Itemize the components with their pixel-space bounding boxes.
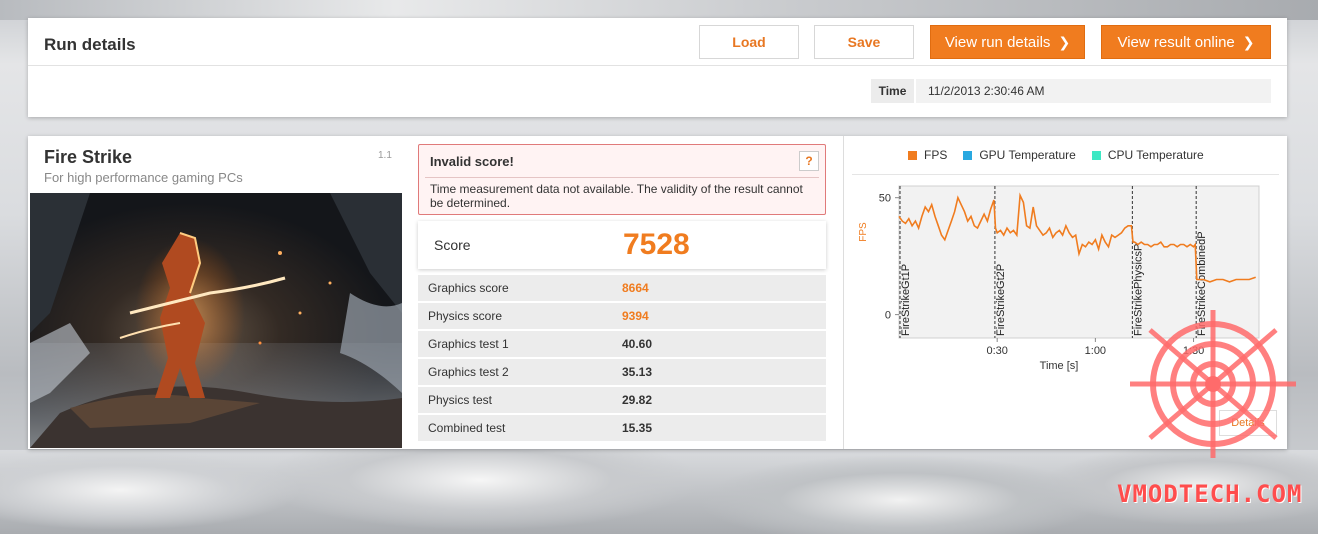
legend-divider xyxy=(852,174,1279,175)
results-table: Graphics score 8664 Physics score 9394 Graph… xyxy=(418,275,826,443)
warning-message: Time measurement data not available. The… xyxy=(430,182,803,210)
legend-item[interactable]: FPS xyxy=(908,148,947,162)
view-result-online-button[interactable]: View result online ❯ xyxy=(1101,25,1271,59)
warning-divider xyxy=(425,177,819,178)
time-label: Time xyxy=(871,79,914,103)
legend-label: FPS xyxy=(924,148,948,162)
score-value: 7528 xyxy=(623,228,690,261)
y-tick-label: 0 xyxy=(885,310,891,322)
view-run-details-button[interactable]: View run details ❯ xyxy=(930,25,1085,59)
result-row: Physics score 9394 xyxy=(418,303,826,329)
warning-title: Invalid score! xyxy=(430,154,514,169)
time-row: Time 11/2/2013 2:30:46 AM xyxy=(871,79,1271,103)
header-toolbar: Run details Load Save View run details ❯… xyxy=(28,18,1287,66)
time-value: 11/2/2013 2:30:46 AM xyxy=(916,79,1271,103)
result-value: 15.35 xyxy=(622,421,653,435)
test-version: 1.1 xyxy=(378,150,392,161)
fire-strike-artwork xyxy=(30,193,402,448)
load-button[interactable]: Load xyxy=(699,25,799,59)
vmodtech-logo xyxy=(1130,310,1296,458)
legend-swatch xyxy=(908,150,917,160)
result-value: 8664 xyxy=(622,281,649,295)
run-details-header: Run details Load Save View run details ❯… xyxy=(28,18,1287,117)
save-button[interactable]: Save xyxy=(814,25,914,59)
result-row: Graphics test 2 35.13 xyxy=(418,359,826,385)
result-label: Graphics score xyxy=(428,281,509,295)
result-row: Physics test 29.82 xyxy=(418,387,826,413)
y-tick-label: 50 xyxy=(879,193,891,205)
score-label: Score xyxy=(434,237,471,253)
result-label: Physics test xyxy=(428,393,493,407)
test-subtitle: For high performance gaming PCs xyxy=(44,170,243,185)
fire-strike-artwork-image xyxy=(30,193,402,448)
result-panel: Fire Strike For high performance gaming … xyxy=(28,136,1287,449)
section-marker-label: FireStrikeGt1P xyxy=(900,264,912,336)
view-run-details-label: View run details xyxy=(944,33,1051,51)
result-value: 29.82 xyxy=(622,393,653,407)
legend-item[interactable]: GPU Temperature xyxy=(963,148,1076,162)
help-icon[interactable]: ? xyxy=(799,151,819,171)
legend-swatch xyxy=(1091,150,1101,160)
result-label: Graphics test 2 xyxy=(428,365,509,379)
x-tick-label: 1:00 xyxy=(1085,345,1106,357)
chart-legend: FPS GPU Temperature CPU Temperature xyxy=(908,148,1220,162)
result-row: Combined test 15.35 xyxy=(418,415,826,441)
chevron-right-icon: ❯ xyxy=(1058,33,1071,50)
legend-label: GPU Temperature xyxy=(979,148,1076,162)
chevron-right-icon: ❯ xyxy=(1242,33,1255,50)
result-value: 40.60 xyxy=(622,337,653,351)
result-row: Graphics test 1 40.60 xyxy=(418,331,826,357)
watermark-text: VMODTECH.COM xyxy=(1117,480,1303,508)
result-label: Graphics test 1 xyxy=(428,337,509,351)
legend-item[interactable]: CPU Temperature xyxy=(1091,148,1204,162)
section-marker-label: FireStrikeGt2P xyxy=(995,264,1007,336)
legend-swatch xyxy=(963,150,973,160)
view-result-online-label: View result online xyxy=(1117,33,1235,51)
test-name: Fire Strike xyxy=(44,147,133,167)
result-value: 9394 xyxy=(622,309,649,323)
result-value: 35.13 xyxy=(622,365,653,379)
x-axis-label: Time [s] xyxy=(1040,360,1079,372)
x-tick-label: 0:30 xyxy=(986,345,1007,357)
result-label: Physics score xyxy=(428,309,503,323)
result-label: Combined test xyxy=(428,421,506,435)
legend-label: CPU Temperature xyxy=(1107,148,1204,162)
invalid-score-warning: Invalid score! ? Time measurement data n… xyxy=(418,144,826,215)
score-box: Score 7528 xyxy=(418,221,826,269)
y-axis-label: FPS xyxy=(858,222,869,242)
page-title: Run details xyxy=(44,35,136,54)
background-top xyxy=(0,0,1318,20)
result-row: Graphics score 8664 xyxy=(418,275,826,301)
